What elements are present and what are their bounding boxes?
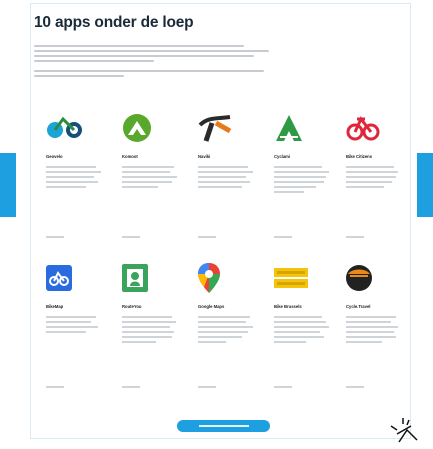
- app-name: Cycle.Travel: [346, 304, 371, 309]
- left-edge-tab: [0, 153, 16, 217]
- app-description: [122, 316, 180, 343]
- app-card-cyclami[interactable]: Cyclami: [274, 110, 332, 238]
- right-edge-tab: [417, 153, 433, 217]
- app-card-bikemap[interactable]: BikeMap: [46, 260, 104, 388]
- app-card-google-maps[interactable]: Google Maps: [198, 260, 256, 388]
- page-title: 10 apps onder de loep: [34, 14, 194, 31]
- bike-citizens-icon: [346, 110, 404, 146]
- google-maps-pin-icon: [198, 260, 256, 296]
- app-footer-line: [46, 386, 64, 388]
- app-name: Google Maps: [198, 304, 225, 309]
- app-name: Naviki: [198, 154, 211, 159]
- app-name: RouteYou: [122, 304, 142, 309]
- app-card-komoot[interactable]: Komoot: [122, 110, 180, 238]
- bike-brussels-icon: [274, 260, 332, 296]
- cta-button-label: [198, 425, 249, 427]
- app-card-bike-brussels[interactable]: Bike Brussels: [274, 260, 332, 388]
- naviki-route-icon: [198, 110, 256, 146]
- app-name: Komoot: [122, 154, 138, 159]
- app-description: [198, 166, 256, 188]
- app-description: [122, 166, 180, 188]
- cyclami-mountain-icon: [274, 110, 332, 146]
- routeyou-icon: [122, 260, 180, 296]
- app-footer-line: [274, 386, 292, 388]
- app-card-bike-citizens[interactable]: Bike Citizens: [346, 110, 404, 238]
- app-description: [346, 166, 404, 188]
- app-footer-line: [46, 236, 64, 238]
- cycle-travel-icon: [346, 260, 404, 296]
- app-footer-line: [346, 386, 364, 388]
- apps-grid: Geovelo Komoot Naviki Cyclami Bike Citiz…: [46, 110, 402, 410]
- app-description: [46, 316, 104, 333]
- komoot-mountain-icon: [122, 110, 180, 146]
- app-name: Geovelo: [46, 154, 63, 159]
- apps-row: Geovelo Komoot Naviki Cyclami Bike Citiz…: [46, 110, 402, 260]
- app-footer-line: [198, 386, 216, 388]
- app-description: [346, 316, 404, 343]
- app-description: [274, 166, 332, 193]
- app-card-naviki[interactable]: Naviki: [198, 110, 256, 238]
- app-footer-line: [122, 236, 140, 238]
- apps-row: BikeMap RouteYou Google Maps Bike Brusse…: [46, 260, 402, 410]
- cta-button[interactable]: [177, 420, 270, 432]
- app-name: Bike Brussels: [274, 304, 302, 309]
- app-card-routeyou[interactable]: RouteYou: [122, 260, 180, 388]
- intro-paragraph: [34, 45, 274, 80]
- app-description: [274, 316, 332, 343]
- app-footer-line: [198, 236, 216, 238]
- app-card-cycle-travel[interactable]: Cycle.Travel: [346, 260, 404, 388]
- app-name: Cyclami: [274, 154, 291, 159]
- app-name: Bike Citizens: [346, 154, 373, 159]
- app-footer-line: [122, 386, 140, 388]
- app-name: BikeMap: [46, 304, 64, 309]
- app-description: [198, 316, 256, 343]
- app-footer-line: [346, 236, 364, 238]
- app-description: [46, 166, 104, 188]
- app-footer-line: [274, 236, 292, 238]
- bikemap-icon: [46, 260, 104, 296]
- app-card-geovelo[interactable]: Geovelo: [46, 110, 104, 238]
- hand-pointer-icon: [387, 416, 427, 449]
- geovelo-bike-icon: [46, 110, 104, 146]
